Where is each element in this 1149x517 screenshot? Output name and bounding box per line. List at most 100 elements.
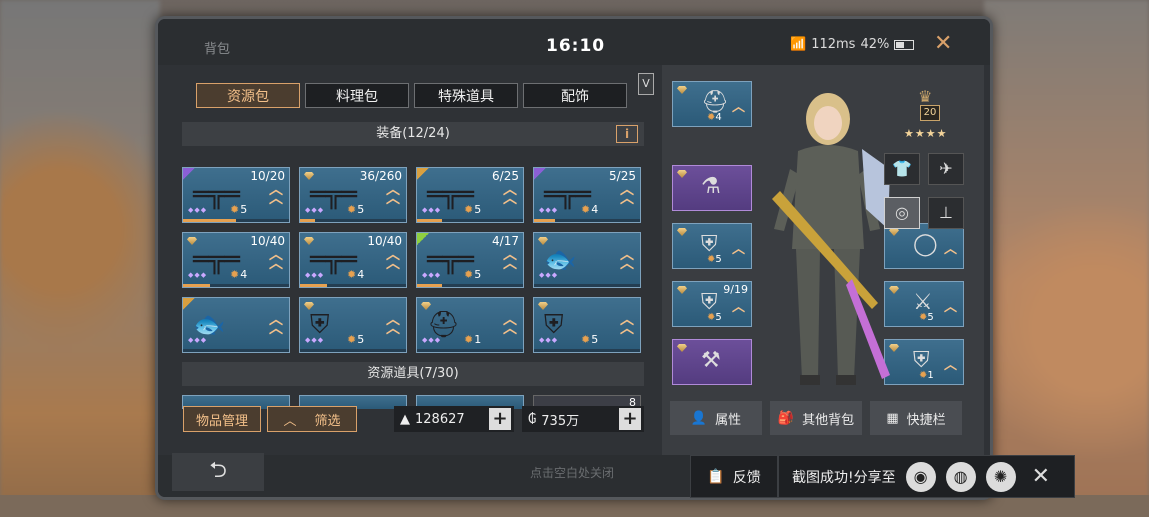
feedback-button[interactable]: 📋 反馈 — [691, 455, 779, 498]
filter-icon: ︿ — [283, 413, 297, 429]
gem-icon — [304, 237, 314, 245]
character-model[interactable] — [762, 79, 892, 391]
tab-special-items[interactable]: 特殊道具 — [414, 83, 518, 108]
ring-icon: ◯ — [913, 232, 938, 257]
quality-dots: ◆◆◆ — [305, 336, 325, 344]
add-coin-button[interactable]: + — [619, 408, 641, 430]
upgrade-chevron-icon: ︿ ︿ — [386, 312, 400, 337]
equipment-item[interactable]: ═╦═36/260◆◆◆5︿︿ — [299, 167, 407, 223]
rarity-tag-icon — [417, 168, 429, 180]
upgrade-chevron-icon: ︿ ︿ — [269, 182, 283, 207]
equipment-slot[interactable]: ⚗ — [672, 165, 752, 211]
item-progress — [534, 284, 640, 287]
equipment-slot[interactable]: ⛨9/195︿ — [672, 281, 752, 327]
equipment-item[interactable]: 🐟 ◆◆◆ ︿ ︿ — [533, 232, 641, 288]
item-level: 5 — [347, 203, 364, 216]
character-pane: ⛑4︿⚗⛨5︿⛨9/195︿⚒ ◯︿⚔5︿⛨1︿ ♛ 20 ★★★★ 👕 ✈ ◎… — [662, 65, 984, 459]
rarity-tag-icon — [183, 298, 195, 310]
tab-food-pack[interactable]: 料理包 — [305, 83, 409, 108]
equipment-slot[interactable]: ⛨1︿ — [884, 339, 964, 385]
item-level: 1 — [464, 333, 481, 346]
slot-level: 1 — [919, 370, 933, 381]
equipment-item[interactable]: ═╦═10/40◆◆◆4︿︿ — [182, 232, 290, 288]
equipment-item[interactable]: ═╦═10/20◆◆◆5︿︿ — [182, 167, 290, 223]
manage-items-button[interactable]: 物品管理 — [183, 406, 261, 432]
v-badge[interactable]: V — [638, 73, 654, 95]
close-share-icon[interactable]: ✕ — [1032, 464, 1050, 489]
equipment-item[interactable]: ═╦═5/25◆◆◆4︿︿ — [533, 167, 641, 223]
quality-dots: ◆◆◆ — [188, 271, 208, 279]
upgrade-chevron-icon: ︿ ︿ — [269, 247, 283, 272]
resource-section-header: 资源道具(7/30) — [182, 362, 644, 386]
item-level: 5 — [464, 268, 481, 281]
item-level: 4 — [230, 268, 247, 281]
battery-text: 42% — [860, 37, 890, 52]
rank-badge[interactable]: ♛ 20 ★★★★ — [900, 87, 960, 143]
gem-icon — [304, 172, 314, 180]
equipment-item[interactable]: 🐟 ◆◆◆ ︿ ︿ — [182, 297, 290, 353]
item-count: 4/17 — [492, 234, 519, 248]
slot-count: 9/19 — [723, 283, 748, 296]
gem-icon — [677, 286, 687, 294]
equipment-item[interactable]: ⛨◆◆◆5︿︿ — [533, 297, 641, 353]
gem-icon — [677, 86, 687, 94]
tab-resource-pack[interactable]: 资源包 — [196, 83, 300, 108]
equipment-slot[interactable]: ⚒ — [672, 339, 752, 385]
wechat-icon[interactable]: ◍ — [945, 461, 976, 492]
outfit-icon[interactable]: 👕 — [884, 153, 920, 185]
person-icon: 👤 — [690, 410, 708, 426]
equipment-item[interactable]: ═╦═4/17◆◆◆5︿︿ — [416, 232, 524, 288]
quality-dots: ◆◆◆ — [539, 206, 559, 214]
tab-other-bags[interactable]: 🎒 其他背包 — [770, 401, 862, 435]
equipment-item[interactable]: ⛨◆◆◆5︿︿ — [299, 297, 407, 353]
item-progress — [183, 219, 289, 222]
close-hint: 点击空白处关闭 — [530, 466, 615, 480]
equipment-section-title: 装备(12/24) — [376, 126, 450, 141]
aperture-icon[interactable]: ✺ — [985, 461, 1016, 492]
equipment-slot[interactable]: ⛑4︿ — [672, 81, 752, 127]
background-left — [0, 0, 160, 517]
tab-shortcut-bar[interactable]: ▦ 快捷栏 — [870, 401, 962, 435]
equipment-slot[interactable]: ⛨5︿ — [672, 223, 752, 269]
weibo-icon[interactable]: ◉ — [905, 461, 936, 492]
tab-other-bags-label: 其他背包 — [802, 412, 855, 428]
crystal-icon: ▲ — [400, 411, 410, 427]
rarity-tag-icon — [183, 168, 195, 180]
inventory-pane: 资源包 料理包 特殊道具 配饰 V 装备(12/24) i ═╦═ 10/20 ◆◆… — [172, 73, 654, 453]
drone-icon[interactable]: ✈ — [928, 153, 964, 185]
upgrade-chevron-icon: ︿ — [943, 242, 957, 257]
tab-accessories[interactable]: 配饰 — [523, 83, 627, 108]
quality-dots: ◆◆◆ — [422, 336, 442, 344]
quality-dots: ◆◆◆ — [188, 336, 208, 344]
ring-slot-icon[interactable]: ◎ — [884, 197, 920, 229]
info-icon[interactable]: i — [616, 125, 638, 143]
equipment-item[interactable]: ═╦═10/40◆◆◆4︿︿ — [299, 232, 407, 288]
quality-dots: ◆◆◆ — [305, 206, 325, 214]
upgrade-chevron-icon: ︿ — [943, 300, 957, 315]
close-icon[interactable]: ✕ — [934, 31, 952, 56]
filter-button[interactable]: ︿ 筛选 — [267, 406, 357, 432]
rank-stars: ★★★★ — [904, 127, 948, 140]
back-button[interactable]: ⮌ — [172, 453, 264, 491]
item-progress — [300, 219, 406, 222]
tab-attributes-label: 属性 — [715, 412, 742, 428]
item-count: 10/40 — [250, 234, 285, 248]
equipment-item[interactable]: ⛑◆◆◆1︿︿ — [416, 297, 524, 353]
equipment-item[interactable]: ═╦═6/25◆◆◆5︿︿ — [416, 167, 524, 223]
turret-icon[interactable]: ⊥ — [928, 197, 964, 229]
tab-attributes[interactable]: 👤 属性 — [670, 401, 762, 435]
equipment-slot[interactable]: ◯ ︿ — [884, 223, 964, 269]
item-level: 4 — [347, 268, 364, 281]
wifi-icon: 📶 — [790, 37, 807, 52]
rank-level: 20 — [920, 105, 940, 121]
item-level: 4 — [581, 203, 598, 216]
gem-icon — [538, 302, 548, 310]
item-level: 5 — [464, 203, 481, 216]
quality-dots: ◆◆◆ — [188, 206, 208, 214]
equipment-slot[interactable]: ⚔5︿ — [884, 281, 964, 327]
add-crystal-button[interactable]: + — [489, 408, 511, 430]
upgrade-chevron-icon: ︿ ︿ — [620, 247, 634, 272]
coin-value: 735万 — [541, 413, 580, 429]
rank-crest-icon: ♛ — [918, 87, 933, 106]
quality-dots: ◆◆◆ — [305, 271, 325, 279]
